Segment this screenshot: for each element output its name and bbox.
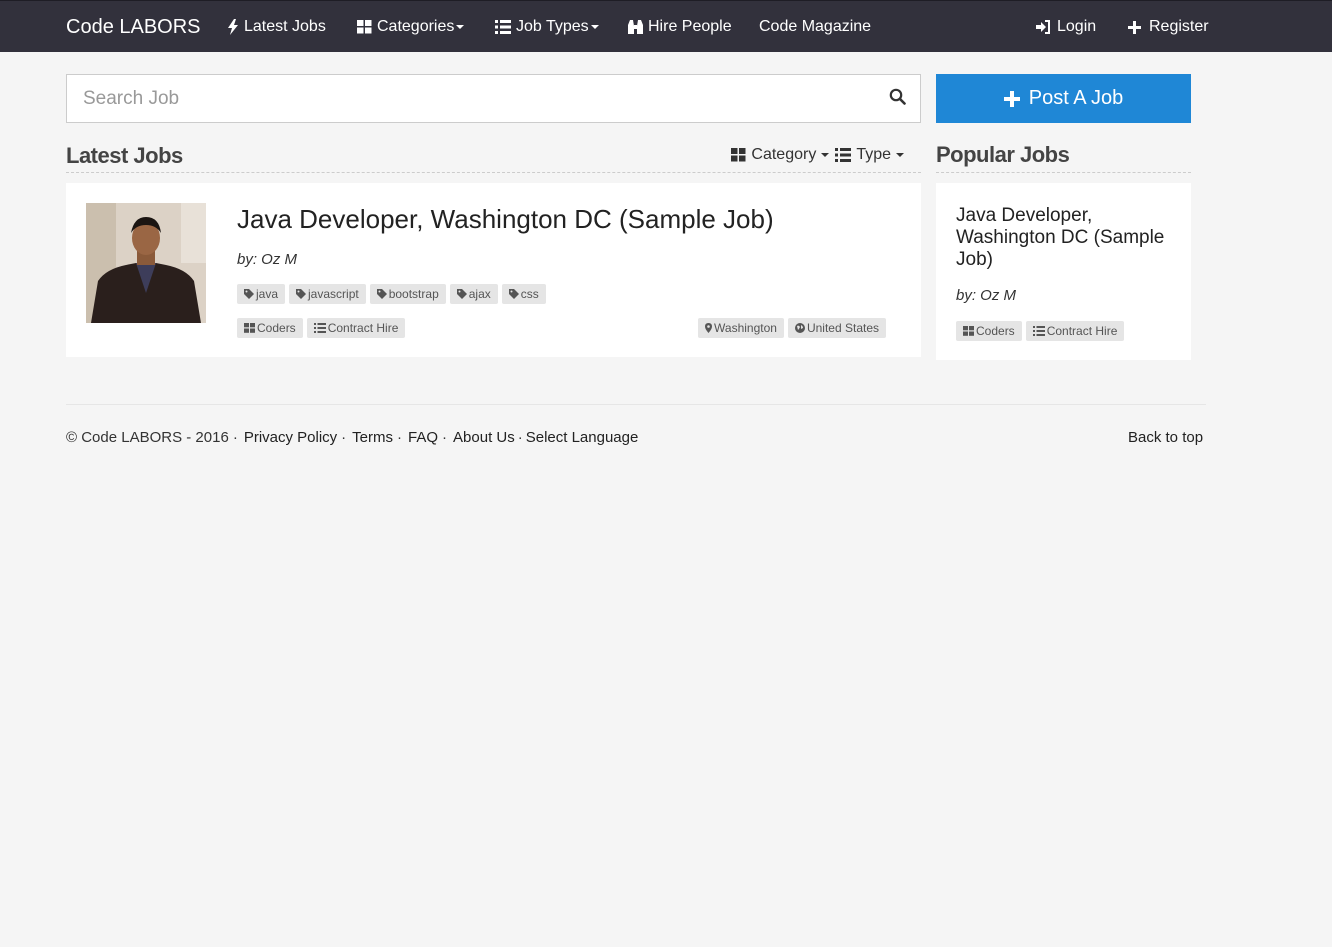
plus-icon: [1003, 90, 1020, 107]
location-tags: Washington United States: [698, 318, 886, 338]
chevron-down-icon: [456, 25, 465, 29]
nav-register-label: Register: [1149, 18, 1209, 35]
grid-icon: [963, 326, 974, 336]
job-meta-tags: Coders Contract Hire: [237, 318, 406, 338]
job-author: by: Oz M: [237, 251, 298, 268]
chevron-down-icon: [896, 153, 904, 157]
chevron-down-icon: [821, 153, 830, 157]
search-input[interactable]: [67, 75, 867, 122]
type-filter-dropdown[interactable]: Type: [835, 146, 904, 164]
top-navbar: Code LABORS Latest Jobs Categories Job T…: [0, 0, 1332, 52]
footer-links: © Code LABORS - 2016 · Privacy Policy · Te…: [66, 429, 639, 446]
tag-icon: [376, 289, 387, 299]
about-us-link[interactable]: About Us: [453, 429, 515, 446]
job-type-tag[interactable]: Contract Hire: [1025, 321, 1125, 341]
nav-categories[interactable]: Categories: [357, 1, 465, 53]
globe-icon: [794, 323, 805, 333]
nav-code-magazine-label: Code Magazine: [759, 18, 872, 35]
skill-tags: java javascript bootstrap ajax css: [237, 284, 546, 304]
skill-tag[interactable]: javascript: [289, 284, 366, 304]
nav-categories-label: Categories: [377, 18, 455, 35]
skill-tag[interactable]: css: [501, 284, 546, 304]
faq-link[interactable]: FAQ: [408, 429, 438, 446]
nav-hire-people[interactable]: Hire People: [627, 1, 732, 53]
copyright-text: © Code LABORS - 2016: [66, 429, 229, 446]
back-to-top-link[interactable]: Back to top: [1128, 429, 1203, 446]
job-filters: Category Type: [725, 145, 904, 165]
search-button[interactable]: [886, 88, 908, 110]
grid-icon: [731, 148, 746, 162]
skill-tag[interactable]: bootstrap: [369, 284, 446, 304]
popular-job-card: Java Developer, Washington DC (Sample Jo…: [936, 183, 1191, 360]
tag-icon: [296, 289, 307, 299]
nav-job-types[interactable]: Job Types: [495, 1, 599, 53]
footer-divider: [66, 404, 1206, 405]
nav-register[interactable]: Register: [1128, 1, 1209, 53]
divider: [936, 172, 1191, 173]
privacy-policy-link[interactable]: Privacy Policy: [244, 429, 337, 446]
avatar[interactable]: [86, 203, 206, 323]
list-icon: [1032, 326, 1045, 336]
divider: [66, 172, 921, 173]
category-filter-dropdown[interactable]: Category: [731, 146, 830, 164]
map-marker-icon: [705, 323, 713, 333]
plus-icon: [1128, 20, 1141, 34]
popular-job-title-link[interactable]: Java Developer, Washington DC (Sample Jo…: [956, 205, 1181, 271]
category-filter-label: Category: [751, 146, 817, 163]
list-icon: [313, 323, 326, 333]
popular-jobs-heading: Popular Jobs: [936, 142, 1070, 167]
type-filter-label: Type: [856, 146, 891, 163]
brand-logo[interactable]: Code LABORS: [66, 1, 201, 53]
skill-tag[interactable]: java: [237, 284, 286, 304]
latest-jobs-heading: Latest Jobs: [66, 143, 183, 168]
nav-login-label: Login: [1057, 18, 1097, 35]
nav-code-magazine[interactable]: Code Magazine: [759, 1, 871, 53]
job-card: Java Developer, Washington DC (Sample Jo…: [66, 183, 921, 357]
popular-job-author: by: Oz M: [956, 287, 1017, 304]
chevron-down-icon: [590, 25, 599, 29]
tag-icon: [508, 289, 519, 299]
terms-link[interactable]: Terms: [352, 429, 393, 446]
nav-latest-jobs[interactable]: Latest Jobs: [227, 1, 326, 53]
job-title-link[interactable]: Java Developer, Washington DC (Sample Jo…: [237, 204, 774, 235]
nav-login[interactable]: Login: [1036, 1, 1096, 53]
select-language-dropdown[interactable]: Select Language: [526, 429, 639, 446]
list-icon: [835, 148, 852, 162]
category-tag[interactable]: Coders: [956, 321, 1022, 341]
nav-hire-people-label: Hire People: [648, 18, 732, 35]
nav-job-types-label: Job Types: [516, 18, 589, 35]
sign-in-icon: [1036, 20, 1051, 34]
country-tag[interactable]: United States: [787, 318, 886, 338]
skill-tag[interactable]: ajax: [449, 284, 498, 304]
tag-icon: [244, 289, 254, 299]
list-icon: [495, 20, 511, 34]
tag-icon: [456, 289, 467, 299]
job-type-tag[interactable]: Contract Hire: [306, 318, 406, 338]
grid-icon: [244, 323, 255, 333]
post-job-button[interactable]: Post A Job: [936, 74, 1191, 123]
bolt-icon: [227, 19, 239, 35]
search-icon: [889, 88, 906, 110]
binoculars-icon: [627, 19, 644, 35]
search-bar: [66, 74, 921, 123]
grid-icon: [357, 20, 372, 34]
city-tag[interactable]: Washington: [698, 318, 784, 338]
post-job-label: Post A Job: [1028, 87, 1124, 109]
nav-latest-jobs-label: Latest Jobs: [244, 18, 326, 35]
popular-job-meta-tags: Coders Contract Hire: [956, 321, 1125, 341]
category-tag[interactable]: Coders: [237, 318, 303, 338]
